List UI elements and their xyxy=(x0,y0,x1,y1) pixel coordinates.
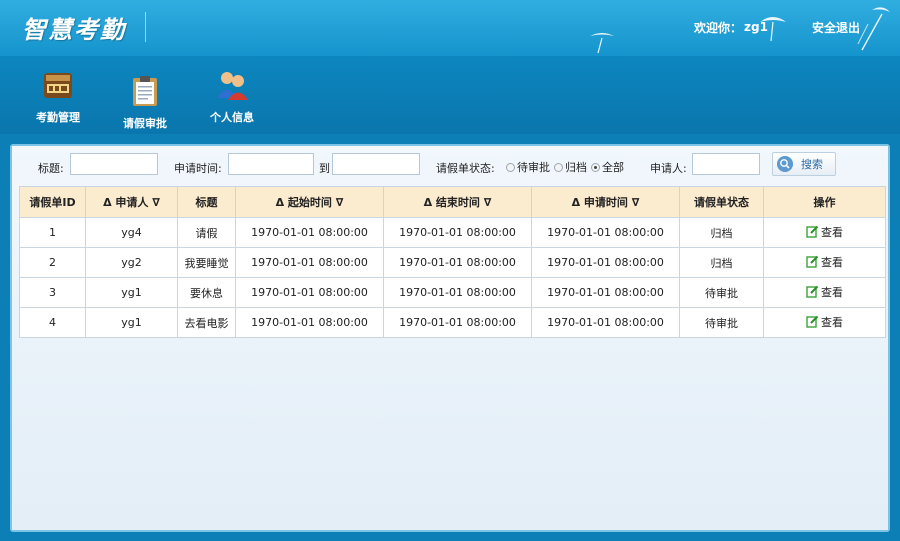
title-filter-input[interactable] xyxy=(70,153,158,175)
cell-start-time: 1970-01-01 08:00:00 xyxy=(235,307,384,338)
status-filter-label: 请假单状态: xyxy=(436,162,495,175)
cell-end-time: 1970-01-01 08:00:00 xyxy=(383,277,532,308)
edit-icon xyxy=(806,286,819,298)
toolbar-item-attendance[interactable]: 考勤管理 xyxy=(23,68,93,125)
logout-link[interactable]: 安全退出 xyxy=(812,19,860,36)
leave-request-table: 请假单ID Δ 申请人 ∇ 标题 Δ 起始时间 ∇ Δ 结束时间 ∇ Δ 申请时… xyxy=(19,186,886,338)
logo-divider xyxy=(145,12,146,42)
table-header-row: 请假单ID Δ 申请人 ∇ 标题 Δ 起始时间 ∇ Δ 结束时间 ∇ Δ 申请时… xyxy=(19,186,886,218)
applicant-filter-input[interactable] xyxy=(692,153,760,175)
toolbar-item-label: 考勤管理 xyxy=(36,111,80,124)
table-row: 3 yg1 要休息 1970-01-01 08:00:00 1970-01-01… xyxy=(19,277,886,308)
cell-status: 待审批 xyxy=(679,277,764,308)
cell-id: 2 xyxy=(19,247,86,278)
cell-applicant: yg1 xyxy=(85,277,178,308)
column-header-id: 请假单ID xyxy=(19,186,86,218)
view-link-label: 查看 xyxy=(821,285,843,299)
apply-time-label: 申请时间: xyxy=(174,162,222,175)
column-header-apply-time[interactable]: Δ 申请时间 ∇ xyxy=(531,186,680,218)
column-header-title: 标题 xyxy=(177,186,236,218)
view-link-label: 查看 xyxy=(821,315,843,329)
cell-id: 4 xyxy=(19,307,86,338)
cell-title: 请假 xyxy=(177,217,236,248)
column-header-action: 操作 xyxy=(763,186,886,218)
cell-status: 待审批 xyxy=(679,307,764,338)
column-header-end-time[interactable]: Δ 结束时间 ∇ xyxy=(383,186,532,218)
cell-end-time: 1970-01-01 08:00:00 xyxy=(383,307,532,338)
column-header-applicant[interactable]: Δ 申请人 ∇ xyxy=(85,186,178,218)
table-row: 2 yg2 我要睡觉 1970-01-01 08:00:00 1970-01-0… xyxy=(19,247,886,278)
cell-applicant: yg1 xyxy=(85,307,178,338)
filter-bar: 标题: 申请时间: 到 请假单状态: 待审批 归档 全部 申请人: 搜索 xyxy=(12,146,888,184)
time-card-icon xyxy=(44,73,72,98)
search-icon xyxy=(777,156,793,172)
cell-id: 3 xyxy=(19,277,86,308)
current-username: zg1 xyxy=(744,20,768,34)
cell-action: 查看 xyxy=(763,277,886,308)
apply-time-to-input[interactable] xyxy=(332,153,420,175)
status-radio-archived[interactable] xyxy=(554,162,563,172)
bottom-strip xyxy=(0,532,900,541)
cell-apply-time: 1970-01-01 08:00:00 xyxy=(531,277,680,308)
cell-apply-time: 1970-01-01 08:00:00 xyxy=(531,217,680,248)
cell-apply-time: 1970-01-01 08:00:00 xyxy=(531,247,680,278)
users-icon xyxy=(217,72,248,100)
status-option-label: 归档 xyxy=(565,161,587,174)
main-toolbar: 考勤管理 请假审批 个人信息 xyxy=(0,56,900,134)
apply-time-from-input[interactable] xyxy=(228,153,314,175)
column-header-status: 请假单状态 xyxy=(679,186,764,218)
view-link-label: 查看 xyxy=(821,225,843,239)
toolbar-item-personal-info[interactable]: 个人信息 xyxy=(197,68,267,125)
content-inner: 标题: 申请时间: 到 请假单状态: 待审批 归档 全部 申请人: 搜索 请假单… xyxy=(12,146,888,530)
status-radio-group: 待审批 归档 全部 xyxy=(506,159,628,175)
cell-start-time: 1970-01-01 08:00:00 xyxy=(235,217,384,248)
view-link[interactable]: 查看 xyxy=(806,224,843,240)
dandelion-icon xyxy=(590,33,614,54)
cell-start-time: 1970-01-01 08:00:00 xyxy=(235,277,384,308)
cell-action: 查看 xyxy=(763,307,886,338)
toolbar-item-label: 个人信息 xyxy=(210,111,254,124)
view-link[interactable]: 查看 xyxy=(806,284,843,300)
cell-title: 要休息 xyxy=(177,277,236,308)
view-link[interactable]: 查看 xyxy=(806,254,843,270)
status-option-label: 待审批 xyxy=(517,161,550,174)
user-area: 欢迎你： zg1 安全退出 xyxy=(694,17,860,37)
toolbar-item-leave-approval[interactable]: 请假审批 xyxy=(110,74,180,131)
clipboard-icon xyxy=(133,76,157,106)
status-radio-pending[interactable] xyxy=(506,162,515,172)
top-header: 智慧考勤 欢迎你： zg1 安全退出 xyxy=(0,0,900,56)
view-link[interactable]: 查看 xyxy=(806,314,843,330)
cell-title: 去看电影 xyxy=(177,307,236,338)
edit-icon xyxy=(806,226,819,238)
toolbar-item-label: 请假审批 xyxy=(123,117,167,130)
cell-status: 归档 xyxy=(679,217,764,248)
cell-id: 1 xyxy=(19,217,86,248)
content-panel: 标题: 申请时间: 到 请假单状态: 待审批 归档 全部 申请人: 搜索 请假单… xyxy=(10,144,890,532)
cell-title: 我要睡觉 xyxy=(177,247,236,278)
view-link-label: 查看 xyxy=(821,255,843,269)
cell-applicant: yg2 xyxy=(85,247,178,278)
search-button[interactable]: 搜索 xyxy=(772,152,836,176)
applicant-filter-label: 申请人: xyxy=(650,162,687,175)
cell-action: 查看 xyxy=(763,217,886,248)
cell-start-time: 1970-01-01 08:00:00 xyxy=(235,247,384,278)
cell-end-time: 1970-01-01 08:00:00 xyxy=(383,217,532,248)
column-header-start-time[interactable]: Δ 起始时间 ∇ xyxy=(235,186,384,218)
status-radio-all[interactable] xyxy=(591,162,600,172)
cell-end-time: 1970-01-01 08:00:00 xyxy=(383,247,532,278)
cell-action: 查看 xyxy=(763,247,886,278)
edit-icon xyxy=(806,256,819,268)
status-option-label: 全部 xyxy=(602,161,624,174)
welcome-label: 欢迎你： xyxy=(694,20,743,35)
edit-icon xyxy=(806,316,819,328)
title-filter-label: 标题: xyxy=(38,162,64,175)
to-label: 到 xyxy=(319,162,330,175)
cell-apply-time: 1970-01-01 08:00:00 xyxy=(531,307,680,338)
table-row: 1 yg4 请假 1970-01-01 08:00:00 1970-01-01 … xyxy=(19,217,886,248)
app-logo: 智慧考勤 xyxy=(22,16,126,44)
cell-applicant: yg4 xyxy=(85,217,178,248)
cell-status: 归档 xyxy=(679,247,764,278)
search-button-label: 搜索 xyxy=(801,158,823,171)
table-row: 4 yg1 去看电影 1970-01-01 08:00:00 1970-01-0… xyxy=(19,307,886,338)
